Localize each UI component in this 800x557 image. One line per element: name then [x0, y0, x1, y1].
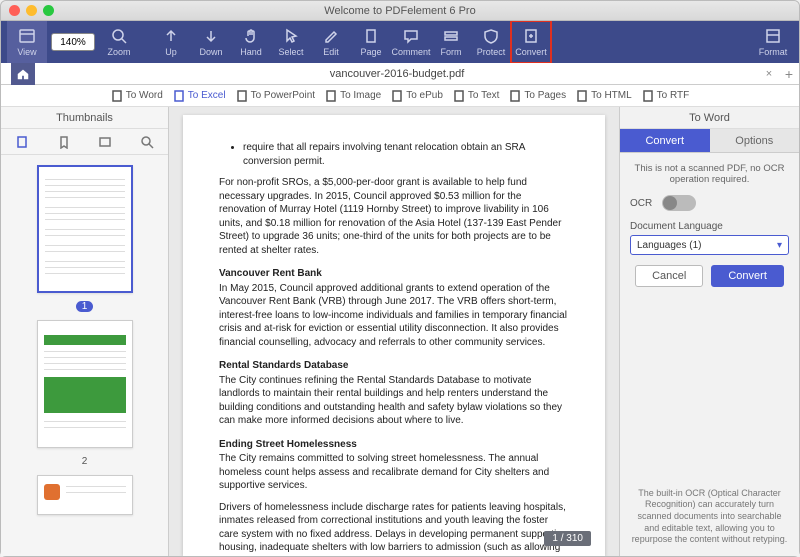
- document-tab[interactable]: vancouver-2016-budget.pdf: [35, 68, 759, 80]
- comment-tool[interactable]: Comment: [391, 21, 431, 63]
- thumbnail-label-2: 2: [82, 456, 88, 467]
- cancel-button[interactable]: Cancel: [635, 265, 703, 287]
- comment-icon: [402, 27, 420, 45]
- convert-tool[interactable]: Convert: [511, 21, 551, 63]
- view-tool[interactable]: View: [7, 21, 47, 63]
- thumbnail-page-3[interactable]: [37, 475, 133, 515]
- search-tab[interactable]: [126, 129, 168, 154]
- body-text: In May 2015, Council approved additional…: [219, 282, 569, 350]
- convert-sidepanel: To Word Convert Options This is not a sc…: [619, 107, 799, 556]
- to-excel-button[interactable]: To Excel: [173, 90, 226, 102]
- window-title: Welcome to PDFelement 6 Pro: [1, 5, 799, 17]
- thumbnails-panel: Thumbnails 1 2: [1, 107, 169, 556]
- document-view[interactable]: require that all repairs involving tenan…: [169, 107, 619, 556]
- page-tool[interactable]: Page: [351, 21, 391, 63]
- titlebar: Welcome to PDFelement 6 Pro: [1, 1, 799, 21]
- language-label: Document Language: [630, 221, 789, 232]
- to-html-button[interactable]: To HTML: [576, 90, 632, 102]
- bookmark-icon: [57, 135, 71, 149]
- body-text: The City continues refining the Rental S…: [219, 374, 569, 428]
- edit-tool[interactable]: Edit: [311, 21, 351, 63]
- cursor-icon: [282, 27, 300, 45]
- form-tool[interactable]: Form: [431, 21, 471, 63]
- body-text: For non-profit SROs, a $5,000-per-door g…: [219, 176, 569, 257]
- doc-icon: [111, 90, 123, 102]
- form-icon: [442, 27, 460, 45]
- down-tool[interactable]: Down: [191, 21, 231, 63]
- page-indicator[interactable]: 1 / 310: [544, 531, 591, 546]
- thumbnail-label-1: 1: [76, 301, 94, 312]
- body-text: require that all repairs involving tenan…: [243, 141, 569, 168]
- to-text-button[interactable]: To Text: [453, 90, 500, 102]
- ocr-toggle[interactable]: [662, 195, 696, 211]
- view-icon: [18, 27, 36, 45]
- thumbnail-page-1[interactable]: [37, 165, 133, 293]
- pdf-page: require that all repairs involving tenan…: [183, 115, 605, 556]
- to-word-button[interactable]: To Word: [111, 90, 163, 102]
- note-icon: [98, 135, 112, 149]
- to-image-button[interactable]: To Image: [325, 90, 381, 102]
- language-select[interactable]: Languages (1): [630, 235, 789, 255]
- body-text: Drivers of homelessness include discharg…: [219, 501, 569, 557]
- down-arrow-icon: [202, 27, 220, 45]
- home-tab[interactable]: [11, 63, 35, 85]
- doc-icon: [173, 90, 185, 102]
- home-icon: [16, 67, 30, 81]
- select-tool[interactable]: Select: [271, 21, 311, 63]
- zoom-input[interactable]: [51, 33, 95, 51]
- zoom-control: [51, 33, 95, 51]
- sidepanel-title: To Word: [620, 107, 799, 129]
- up-tool[interactable]: Up: [151, 21, 191, 63]
- document-tabbar: vancouver-2016-budget.pdf × +: [1, 63, 799, 85]
- hand-tool[interactable]: Hand: [231, 21, 271, 63]
- thumbnail-page-2[interactable]: [37, 320, 133, 448]
- annotations-tab[interactable]: [85, 129, 127, 154]
- format-icon: [764, 27, 782, 45]
- to-pages-button[interactable]: To Pages: [509, 90, 566, 102]
- thumbnails-list[interactable]: 1 2: [1, 155, 168, 556]
- new-tab-button[interactable]: +: [779, 66, 799, 82]
- zoom-icon: [110, 27, 128, 45]
- page-icon: [362, 27, 380, 45]
- heading: Rental Standards Database: [219, 359, 569, 373]
- thumbnails-tab[interactable]: [1, 129, 43, 154]
- convert-subtoolbar: To Word To Excel To PowerPoint To Image …: [1, 85, 799, 107]
- hand-icon: [242, 27, 260, 45]
- options-tab[interactable]: Options: [710, 129, 800, 152]
- search-icon: [140, 135, 154, 149]
- convert-button[interactable]: Convert: [711, 265, 784, 287]
- zoom-tool[interactable]: Zoom: [99, 21, 139, 63]
- heading: Vancouver Rent Bank: [219, 267, 569, 281]
- format-tool[interactable]: Format: [753, 21, 793, 63]
- to-epub-button[interactable]: To ePub: [391, 90, 443, 102]
- doc-icon: [453, 90, 465, 102]
- protect-tool[interactable]: Protect: [471, 21, 511, 63]
- edit-icon: [322, 27, 340, 45]
- convert-icon: [522, 27, 540, 45]
- body-text: The City remains committed to solving st…: [219, 452, 569, 493]
- doc-icon: [576, 90, 588, 102]
- bookmarks-tab[interactable]: [43, 129, 85, 154]
- thumbnails-title: Thumbnails: [1, 107, 168, 129]
- thumbnails-tabs: [1, 129, 168, 155]
- ocr-info-text: The built-in OCR (Optical Character Reco…: [630, 488, 789, 546]
- doc-icon: [236, 90, 248, 102]
- ocr-label: OCR: [630, 198, 652, 209]
- main-toolbar: View Zoom Up Down Hand Select Edit Page …: [1, 21, 799, 63]
- doc-icon: [325, 90, 337, 102]
- doc-icon: [509, 90, 521, 102]
- shield-icon: [482, 27, 500, 45]
- doc-icon: [642, 90, 654, 102]
- to-powerpoint-button[interactable]: To PowerPoint: [236, 90, 315, 102]
- page-icon: [15, 135, 29, 149]
- heading: Ending Street Homelessness: [219, 438, 569, 452]
- to-rtf-button[interactable]: To RTF: [642, 90, 690, 102]
- convert-tab[interactable]: Convert: [620, 129, 710, 152]
- scan-status-message: This is not a scanned PDF, no OCR operat…: [630, 163, 789, 185]
- close-tab-button[interactable]: ×: [759, 68, 779, 80]
- up-arrow-icon: [162, 27, 180, 45]
- doc-icon: [391, 90, 403, 102]
